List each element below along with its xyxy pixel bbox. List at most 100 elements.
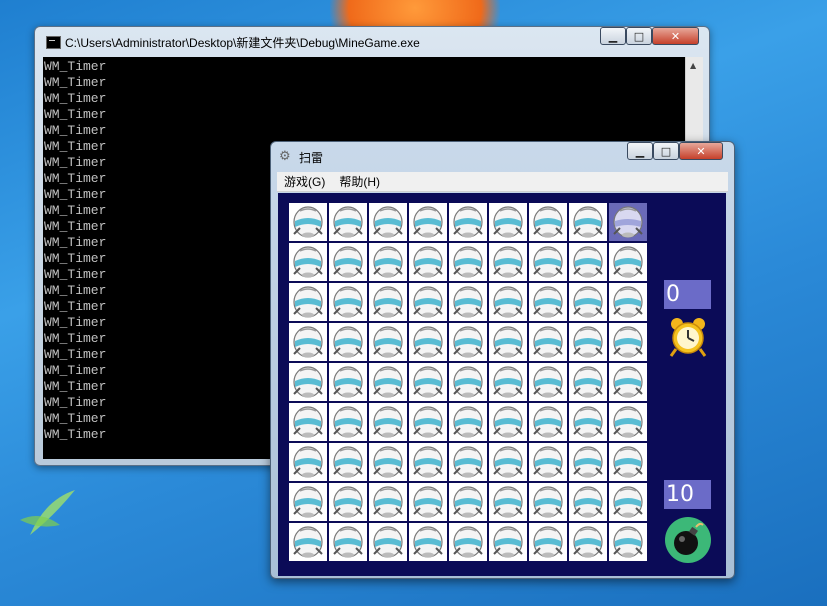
- mine-cell[interactable]: [369, 443, 407, 481]
- mine-cell[interactable]: [489, 443, 527, 481]
- mine-cell[interactable]: [609, 203, 647, 241]
- minimize-icon[interactable]: ▁: [600, 27, 626, 45]
- mine-cell[interactable]: [409, 323, 447, 361]
- mine-cell[interactable]: [409, 283, 447, 321]
- egg-tile-icon: [453, 366, 483, 398]
- mine-cell[interactable]: [289, 443, 327, 481]
- mine-cell[interactable]: [289, 403, 327, 441]
- mine-cell[interactable]: [289, 243, 327, 281]
- mine-cell[interactable]: [329, 363, 367, 401]
- mine-cell[interactable]: [369, 243, 407, 281]
- mine-cell[interactable]: [609, 523, 647, 561]
- mine-cell[interactable]: [529, 403, 567, 441]
- egg-tile-icon: [413, 206, 443, 238]
- egg-tile-icon: [333, 246, 363, 278]
- menu-game[interactable]: 游戏(G): [277, 173, 332, 190]
- mine-cell[interactable]: [529, 523, 567, 561]
- mine-cell[interactable]: [609, 483, 647, 521]
- mine-cell[interactable]: [569, 403, 607, 441]
- mine-cell[interactable]: [409, 523, 447, 561]
- mine-cell[interactable]: [369, 403, 407, 441]
- egg-tile-icon: [573, 206, 603, 238]
- mine-cell[interactable]: [449, 363, 487, 401]
- mine-cell[interactable]: [449, 283, 487, 321]
- egg-tile-icon: [333, 486, 363, 518]
- mine-cell[interactable]: [409, 483, 447, 521]
- mine-cell[interactable]: [529, 243, 567, 281]
- mine-cell[interactable]: [369, 323, 407, 361]
- mine-cell[interactable]: [369, 483, 407, 521]
- mine-cell[interactable]: [489, 363, 527, 401]
- egg-tile-icon: [533, 286, 563, 318]
- mine-cell[interactable]: [569, 523, 607, 561]
- mine-cell[interactable]: [329, 283, 367, 321]
- mine-cell[interactable]: [289, 203, 327, 241]
- mine-cell[interactable]: [329, 483, 367, 521]
- mine-cell[interactable]: [489, 523, 527, 561]
- mine-cell[interactable]: [369, 363, 407, 401]
- mine-cell[interactable]: [569, 203, 607, 241]
- mine-cell[interactable]: [569, 443, 607, 481]
- egg-tile-icon: [533, 326, 563, 358]
- mine-cell[interactable]: [329, 323, 367, 361]
- mine-cell[interactable]: [529, 363, 567, 401]
- mine-cell[interactable]: [369, 203, 407, 241]
- mine-cell[interactable]: [289, 483, 327, 521]
- mine-cell[interactable]: [489, 323, 527, 361]
- mine-cell[interactable]: [569, 323, 607, 361]
- mine-cell[interactable]: [489, 483, 527, 521]
- mine-cell[interactable]: [449, 403, 487, 441]
- mine-cell[interactable]: [449, 203, 487, 241]
- mine-cell[interactable]: [449, 323, 487, 361]
- mine-cell[interactable]: [289, 323, 327, 361]
- mine-cell[interactable]: [609, 323, 647, 361]
- mine-cell[interactable]: [329, 403, 367, 441]
- mine-cell[interactable]: [609, 243, 647, 281]
- mine-cell[interactable]: [329, 243, 367, 281]
- mine-cell[interactable]: [409, 403, 447, 441]
- egg-tile-icon: [453, 286, 483, 318]
- mine-cell[interactable]: [329, 523, 367, 561]
- mine-cell[interactable]: [289, 283, 327, 321]
- mine-cell[interactable]: [529, 283, 567, 321]
- mine-cell[interactable]: [529, 323, 567, 361]
- mine-cell[interactable]: [449, 523, 487, 561]
- mine-cell[interactable]: [449, 443, 487, 481]
- mine-cell[interactable]: [409, 443, 447, 481]
- mine-cell[interactable]: [289, 523, 327, 561]
- mine-cell[interactable]: [409, 363, 447, 401]
- mine-cell[interactable]: [369, 523, 407, 561]
- mine-cell[interactable]: [409, 243, 447, 281]
- mine-cell[interactable]: [569, 243, 607, 281]
- mine-cell[interactable]: [449, 483, 487, 521]
- mine-cell[interactable]: [289, 363, 327, 401]
- mine-cell[interactable]: [489, 403, 527, 441]
- menu-help[interactable]: 帮助(H): [332, 173, 387, 190]
- mine-cell[interactable]: [529, 483, 567, 521]
- egg-tile-icon: [573, 406, 603, 438]
- mine-cell[interactable]: [529, 203, 567, 241]
- mine-cell[interactable]: [609, 443, 647, 481]
- mine-cell[interactable]: [569, 363, 607, 401]
- mine-cell[interactable]: [409, 203, 447, 241]
- mine-cell[interactable]: [569, 483, 607, 521]
- egg-tile-icon: [573, 326, 603, 358]
- mine-cell[interactable]: [569, 283, 607, 321]
- mine-cell[interactable]: [369, 283, 407, 321]
- close-icon[interactable]: ✕: [679, 142, 723, 160]
- mine-cell[interactable]: [329, 203, 367, 241]
- mine-cell[interactable]: [609, 283, 647, 321]
- mine-cell[interactable]: [489, 203, 527, 241]
- maximize-icon[interactable]: □: [626, 27, 652, 45]
- minimize-icon[interactable]: ▁: [627, 142, 653, 160]
- mine-cell[interactable]: [489, 243, 527, 281]
- mine-cell[interactable]: [489, 283, 527, 321]
- mine-cell[interactable]: [609, 363, 647, 401]
- mine-cell[interactable]: [329, 443, 367, 481]
- scroll-up-icon[interactable]: ▲: [690, 61, 696, 70]
- mine-cell[interactable]: [529, 443, 567, 481]
- close-icon[interactable]: ✕: [652, 27, 699, 45]
- mine-cell[interactable]: [449, 243, 487, 281]
- mine-cell[interactable]: [609, 403, 647, 441]
- maximize-icon[interactable]: □: [653, 142, 679, 160]
